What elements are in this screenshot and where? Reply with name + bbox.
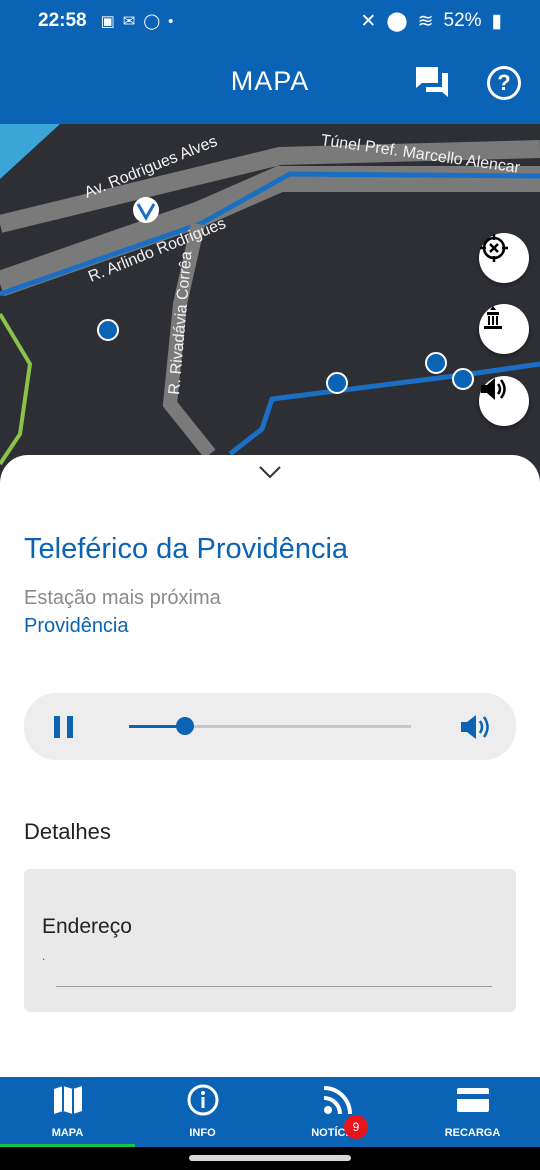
nav-label: NOTÍCIAS [311, 1127, 364, 1139]
crosshair-icon [480, 234, 508, 262]
address-label: Endereço [42, 915, 132, 938]
audio-guide-button[interactable] [479, 376, 529, 426]
nav-item-mapa[interactable]: MAPA [0, 1077, 135, 1147]
wifi-icon: ≋ [417, 10, 434, 32]
place-title: Teleférico da Providência [24, 533, 349, 565]
info-icon [187, 1084, 218, 1116]
gallery-icon: ▣ [100, 13, 115, 30]
whatsapp-icon: ◯ [143, 13, 161, 30]
nav-label: MAPA [51, 1127, 84, 1139]
nav-item-recarga[interactable]: RECARGA [405, 1077, 540, 1147]
dot-icon: • [168, 12, 174, 30]
volume-icon [481, 378, 506, 400]
map-view[interactable]: Av. Rodrigues Alves Túnel Pref. Marcello… [0, 124, 540, 484]
bottom-nav: MAPA INFO NOTÍCIAS 9 RECARGA [0, 1077, 540, 1147]
address-underline [56, 986, 492, 987]
poi-marker[interactable] [452, 368, 474, 390]
museum-marker[interactable] [326, 372, 348, 394]
seek-handle[interactable] [176, 717, 195, 735]
help-icon[interactable]: ? [487, 66, 521, 100]
nearest-station-label: Estação mais próxima [24, 587, 221, 609]
notification-badge: 9 [344, 1115, 368, 1139]
map-canvas [0, 124, 540, 466]
page-title: MAPA [230, 66, 310, 96]
mute-icon: ✕ [360, 10, 377, 32]
chevron-down-icon[interactable] [258, 465, 282, 479]
message-icon: ✉ [122, 13, 136, 30]
address-value: . [42, 949, 46, 963]
home-indicator[interactable] [189, 1155, 351, 1161]
rss-icon [323, 1086, 352, 1115]
nav-label: RECARGA [444, 1127, 501, 1139]
poi-marker[interactable] [97, 319, 119, 341]
pause-icon[interactable] [54, 716, 74, 738]
status-time: 22:58 [38, 10, 87, 31]
building-icon [484, 306, 502, 329]
nearest-station-value[interactable]: Providência [24, 615, 129, 638]
address-field: Endereço . [24, 869, 516, 1012]
details-heading: Detalhes [24, 819, 111, 844]
bottom-sheet: Teleférico da Providência Estação mais p… [0, 455, 540, 1077]
audio-player [24, 693, 516, 760]
nav-label: INFO [189, 1127, 216, 1139]
battery-text: 52% [443, 10, 482, 31]
volume-icon[interactable] [459, 713, 491, 741]
status-bar: 22:58 ▣ ✉ ◯ • ✕ ⬤ ≋ 52% ▮ [0, 0, 540, 42]
poi-marker[interactable] [425, 352, 447, 374]
app-bar: MAPA ? [0, 42, 540, 124]
system-nav-bar [0, 1147, 540, 1170]
location-icon: ⬤ [386, 10, 408, 32]
map-icon [53, 1086, 82, 1114]
nav-item-info[interactable]: INFO [135, 1077, 270, 1147]
card-icon [456, 1088, 489, 1112]
audio-seek-bar[interactable] [129, 717, 411, 735]
battery-icon: ▮ [491, 10, 502, 32]
nav-item-noticias[interactable]: NOTÍCIAS 9 [270, 1077, 405, 1147]
chat-icon[interactable] [414, 64, 450, 100]
locate-button[interactable] [479, 233, 529, 283]
landmarks-button[interactable] [479, 304, 529, 354]
